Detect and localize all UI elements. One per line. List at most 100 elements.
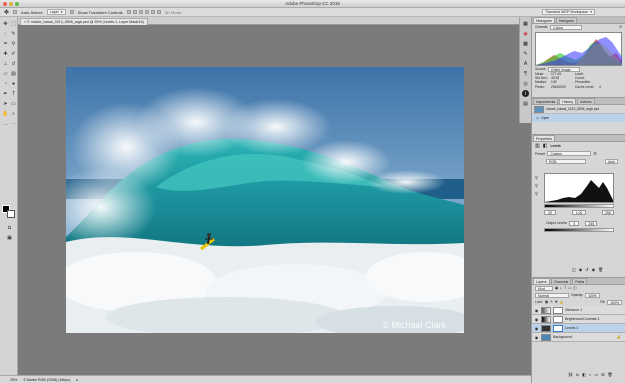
clip-to-layer-icon[interactable]: ◫ xyxy=(572,267,576,272)
color-icon[interactable]: ◉ xyxy=(522,30,529,37)
dodge-tool-icon[interactable]: ● xyxy=(10,80,17,87)
link-layers-icon[interactable]: ⛓ xyxy=(568,372,573,377)
gradient-tool-icon[interactable]: ▤ xyxy=(10,70,17,77)
marquee-tool-icon[interactable]: ⬚ xyxy=(10,20,17,27)
history-snapshot[interactable]: mclark_hawai_0213_5506_argb.psd xyxy=(532,105,625,114)
align-center-icon[interactable] xyxy=(150,10,155,14)
stamp-tool-icon[interactable]: ⊥ xyxy=(2,60,9,67)
history-brush-icon[interactable]: ↺ xyxy=(10,60,17,67)
brush-tool-icon[interactable]: ✐ xyxy=(10,50,17,57)
input-white-field[interactable]: 255 xyxy=(602,210,614,215)
eye-icon[interactable]: ◉ xyxy=(534,326,539,331)
shape-tool-icon[interactable]: ▭ xyxy=(10,100,17,107)
preset-dropdown[interactable]: Custom xyxy=(547,151,592,157)
channel-dropdown[interactable]: Colors xyxy=(550,25,583,30)
align-bottom-icon[interactable] xyxy=(138,10,143,14)
move-tool-icon[interactable]: ✥ xyxy=(4,9,9,16)
tab-channels[interactable]: Channels xyxy=(550,278,572,284)
preset-menu-icon[interactable]: ☰ xyxy=(593,152,596,156)
align-right-icon[interactable] xyxy=(156,10,161,14)
kind-filter-dropdown[interactable]: Kind xyxy=(535,286,553,291)
quick-select-tool-icon[interactable]: ✎ xyxy=(10,30,17,37)
lasso-tool-icon[interactable]: ◌ xyxy=(2,30,9,37)
layer-row-levels[interactable]: ◉ Levels 1 xyxy=(532,324,625,333)
layer-row-vibrance[interactable]: ◉ Vibrance 1 xyxy=(532,306,625,315)
filter-adjustment-icon[interactable]: ◐ xyxy=(560,286,562,290)
document-tab[interactable]: × © mclark_hawai_0213_5506_argb.psd @ 25… xyxy=(20,18,148,25)
surf-photo[interactable]: © Michael Clark xyxy=(66,67,464,333)
filter-type-icon[interactable]: T xyxy=(564,286,566,290)
eye-icon[interactable]: ◉ xyxy=(534,308,539,313)
auto-select-checkbox[interactable] xyxy=(13,10,18,14)
layer-row-background[interactable]: ◉ Background 🔒 xyxy=(532,333,625,342)
opacity-field[interactable]: 100% xyxy=(585,293,600,298)
healing-tool-icon[interactable]: ✚ xyxy=(2,50,9,57)
tab-navigator[interactable]: Navigator xyxy=(555,17,577,23)
status-arrow-icon[interactable]: ▸ xyxy=(76,378,78,382)
filter-smart-icon[interactable]: ◫ xyxy=(573,286,576,290)
background-color-swatch[interactable] xyxy=(7,210,15,218)
layer-comps-icon[interactable]: ▤ xyxy=(522,100,529,107)
pen-tool-icon[interactable]: ✒ xyxy=(2,90,9,97)
refresh-icon[interactable]: ⟳ xyxy=(619,25,622,29)
edit-toolbar-icon[interactable]: ⋯ xyxy=(10,120,17,127)
type-tool-icon[interactable]: T xyxy=(10,90,17,97)
input-levels-slider[interactable] xyxy=(544,204,614,208)
layer-row-brightness-contrast[interactable]: ◉ Brightness/Contrast 1 xyxy=(532,315,625,324)
path-select-icon[interactable]: ➤ xyxy=(2,100,9,107)
zoom-tool-icon[interactable]: ⌕ xyxy=(10,110,17,117)
fx-icon[interactable]: fx xyxy=(576,372,579,377)
align-left-icon[interactable] xyxy=(144,10,149,14)
add-mask-icon[interactable]: ◧ xyxy=(582,372,586,377)
align-middle-icon[interactable] xyxy=(132,10,137,14)
delete-layer-icon[interactable]: 🗑 xyxy=(608,372,613,377)
move-tool-icon[interactable]: ✥ xyxy=(2,20,9,27)
align-top-icon[interactable] xyxy=(126,10,131,14)
align-icons[interactable] xyxy=(126,10,161,14)
input-black-field[interactable]: 29 xyxy=(544,210,556,215)
navigator-icon[interactable]: ◎ xyxy=(522,80,529,87)
filter-pixel-icon[interactable]: ▣ xyxy=(555,286,558,290)
paragraph-icon[interactable]: ¶ xyxy=(522,70,529,77)
tab-histogram[interactable]: Histogram xyxy=(533,17,555,23)
tab-paths[interactable]: Paths xyxy=(572,278,588,284)
show-transform-checkbox[interactable] xyxy=(69,10,74,14)
white-eyedropper-icon[interactable]: ⚲ xyxy=(535,191,538,196)
swatches-icon[interactable]: ▩ xyxy=(522,40,529,47)
eyedropper-tool-icon[interactable]: ⚲ xyxy=(10,40,17,47)
tab-actions[interactable]: Actions xyxy=(577,98,595,104)
gray-eyedropper-icon[interactable]: ⚲ xyxy=(535,183,538,188)
output-black-field[interactable]: 0 xyxy=(569,221,580,226)
tab-layers[interactable]: Layers xyxy=(533,278,550,284)
reset-icon[interactable]: ↺ xyxy=(585,267,588,272)
more-tools-icon[interactable]: … xyxy=(2,120,9,127)
lock-all-icon[interactable]: 🔒 xyxy=(560,300,564,304)
eraser-tool-icon[interactable]: ▱ xyxy=(2,70,9,77)
eye-icon[interactable]: ◉ xyxy=(534,317,539,322)
black-eyedropper-icon[interactable]: ⚲ xyxy=(535,175,538,180)
fill-field[interactable]: 100% xyxy=(607,300,622,305)
zoom-level[interactable]: 25% xyxy=(10,378,17,382)
info-icon[interactable]: i xyxy=(522,90,529,97)
filter-shape-icon[interactable]: ▭ xyxy=(568,286,571,290)
quick-mask-icon[interactable]: ◘ xyxy=(6,224,13,231)
input-gamma-field[interactable]: 1.00 xyxy=(572,210,586,215)
auto-select-dropdown[interactable]: Layer ▾ xyxy=(46,9,66,15)
screen-mode-icon[interactable]: ▣ xyxy=(6,234,13,241)
history-icon[interactable]: ▦ xyxy=(522,20,529,27)
new-layer-icon[interactable]: ⊞ xyxy=(601,372,604,377)
auto-button[interactable]: Auto xyxy=(605,159,618,165)
output-levels-slider[interactable] xyxy=(544,228,614,232)
visibility-icon[interactable]: ◉ xyxy=(592,267,596,272)
output-white-field[interactable]: 255 xyxy=(585,221,598,226)
delete-icon[interactable]: 🗑 xyxy=(598,267,603,272)
crop-tool-icon[interactable]: ⌗ xyxy=(2,40,9,47)
new-group-icon[interactable]: ▭ xyxy=(594,372,598,377)
blur-tool-icon[interactable]: ◔ xyxy=(2,80,9,87)
tab-history[interactable]: History xyxy=(559,98,577,104)
eye-icon[interactable]: ◉ xyxy=(534,335,539,340)
brush-panel-icon[interactable]: ✎ xyxy=(522,50,529,57)
view-previous-icon[interactable]: ◉ xyxy=(579,267,583,272)
history-item[interactable]: ▭ Open xyxy=(532,114,625,122)
new-adjustment-icon[interactable]: ◐ xyxy=(589,372,591,377)
